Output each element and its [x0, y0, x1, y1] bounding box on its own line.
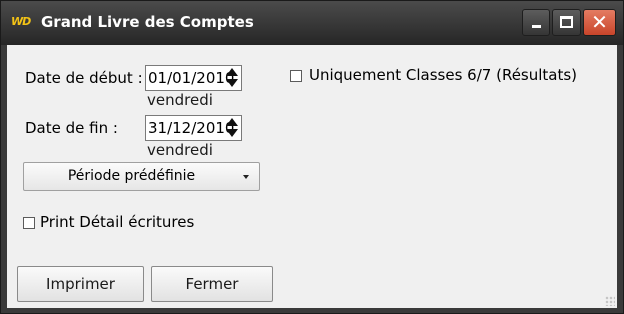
start-date-value: 01/01/2010	[148, 69, 235, 87]
close-icon: ✕	[591, 10, 608, 34]
window-title: Grand Livre des Comptes	[41, 13, 254, 31]
print-button[interactable]: Imprimer	[17, 266, 144, 302]
app-logo-icon: WD	[11, 15, 31, 28]
print-detail-checkbox[interactable]	[23, 217, 35, 229]
start-date-field[interactable]: 01/01/2010	[145, 65, 242, 91]
start-date-label: Date de début :	[25, 69, 143, 87]
chevron-down-icon	[243, 175, 249, 179]
maximize-icon	[560, 16, 573, 28]
print-detail-label[interactable]: Print Détail écritures	[40, 213, 194, 231]
end-date-label: Date de fin :	[25, 119, 118, 137]
start-day-name: vendredi	[147, 91, 213, 109]
classes-checkbox-label[interactable]: Uniquement Classes 6/7 (Résultats)	[309, 66, 577, 84]
title-bar[interactable]: WD Grand Livre des Comptes ✕	[1, 1, 623, 45]
resize-grip-icon[interactable]	[605, 296, 615, 306]
minimize-button[interactable]	[522, 9, 550, 36]
spin-down-icon[interactable]	[226, 129, 238, 137]
end-date-spinner[interactable]	[223, 116, 241, 140]
start-date-spinner[interactable]	[223, 66, 241, 90]
close-window-button[interactable]: ✕	[583, 9, 616, 36]
close-button[interactable]: Fermer	[151, 266, 273, 302]
spin-up-icon[interactable]	[226, 68, 238, 76]
period-combo-value: Période prédéfinie	[67, 168, 196, 184]
end-day-name: vendredi	[147, 141, 213, 159]
spin-up-icon[interactable]	[226, 118, 238, 126]
end-date-value: 31/12/2010	[148, 119, 235, 137]
classes-checkbox[interactable]	[290, 70, 302, 82]
minimize-icon	[532, 25, 541, 28]
dialog-content: Date de début : 01/01/2010 vendredi Uniq…	[7, 45, 617, 308]
end-date-field[interactable]: 31/12/2010	[145, 115, 242, 141]
period-combo[interactable]: Période prédéfinie	[23, 162, 260, 191]
dialog-window: WD Grand Livre des Comptes ✕ Date de déb…	[0, 0, 624, 314]
maximize-button[interactable]	[552, 9, 581, 36]
spin-down-icon[interactable]	[226, 79, 238, 87]
